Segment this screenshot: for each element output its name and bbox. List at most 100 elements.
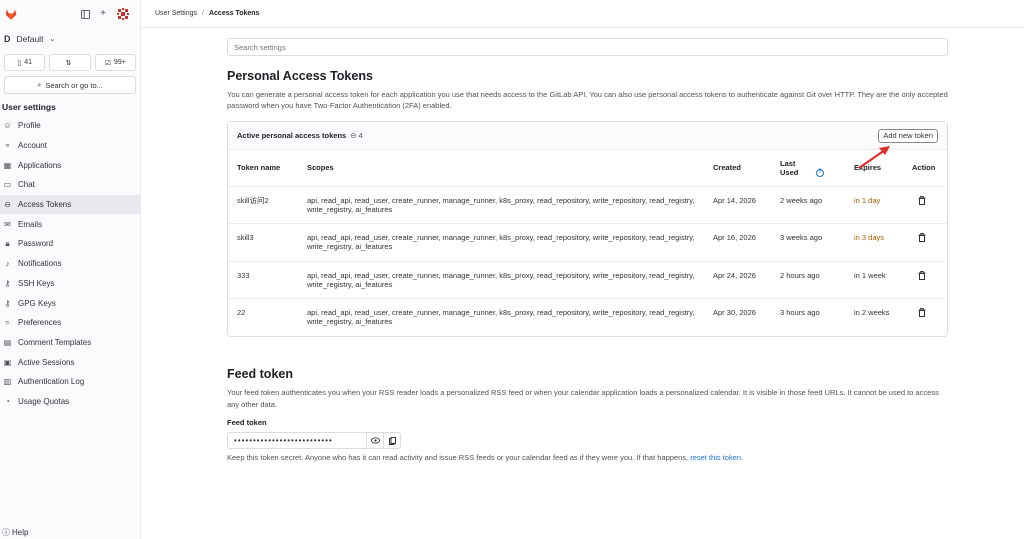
feed-token-note: Keep this token secret. Anyone who has i… <box>227 453 744 462</box>
merge-requests-count-button[interactable]: ⇅ <box>49 54 91 71</box>
breadcrumb-separator: / <box>202 10 204 17</box>
feed-token-title: Feed token <box>227 367 293 381</box>
search-icon: ⌕ <box>37 80 42 89</box>
sidebar-item-authentication-log[interactable]: ▥ Authentication Log <box>0 372 140 392</box>
sidebar-item-usage-quotas[interactable]: ◔ Usage Quotas <box>0 392 140 412</box>
search-button[interactable]: ⌕ Search or go to... <box>4 76 136 94</box>
sidebar-item-label: GPG Keys <box>18 298 56 308</box>
trash-icon[interactable] <box>918 308 926 317</box>
sidebar-item-active-sessions[interactable]: ▣ Active Sessions <box>0 352 140 372</box>
log-icon: ▥ <box>3 377 12 387</box>
trash-icon[interactable] <box>918 195 926 205</box>
chat-icon: ▭ <box>3 180 12 190</box>
sidebar-item-chat[interactable]: ▭ Chat <box>0 175 140 195</box>
trash-icon[interactable] <box>918 233 926 242</box>
pat-description: You can generate a personal access token… <box>227 90 948 110</box>
sidebar-item-emails[interactable]: ✉ Emails <box>0 214 140 234</box>
sidebar-item-label: Password <box>18 239 54 249</box>
sidebar-toggle-icon[interactable] <box>80 9 90 19</box>
sidebar: + D Default ⌄ ▯ 41 ⇅ ☑ 99+ ⌕ Search or g… <box>0 0 141 539</box>
sidebar-item-account[interactable]: ⚬ Account <box>0 136 140 156</box>
sidebar-item-label: Applications <box>18 160 62 170</box>
expires-cell: in 2 weeks <box>854 308 890 317</box>
sidebar-item-label: Active Sessions <box>18 357 75 367</box>
help-button[interactable]: ⓘ Help <box>2 527 28 538</box>
expires-cell: in 1 day <box>845 186 903 224</box>
token-name-cell: 333 <box>228 261 298 299</box>
sidebar-item-label: Preferences <box>18 318 62 328</box>
sidebar-top: + <box>0 0 140 28</box>
sidebar-item-notifications[interactable]: ♪ Notifications <box>0 254 140 274</box>
sidebar-item-label: SSH Keys <box>18 278 55 288</box>
key-icon: ⚷ <box>4 298 11 308</box>
sidebar-section-title: User settings <box>2 102 56 112</box>
add-new-token-button[interactable]: Add new token <box>878 128 938 143</box>
created-cell: Apr 24, 2026 <box>704 261 771 299</box>
sidebar-item-applications[interactable]: ▦ Applications <box>0 155 140 175</box>
sidebar-item-access-tokens[interactable]: ⊖ Access Tokens <box>0 194 140 215</box>
trash-icon[interactable] <box>918 270 926 280</box>
scopes-cell: api, read_api, read_user, create_runner,… <box>298 261 704 299</box>
sidebar-item-profile[interactable]: ☺ Profile <box>0 116 140 136</box>
search-settings-input[interactable]: Search settings <box>227 38 948 56</box>
sidebar-item-gpg-keys[interactable]: ⚷ GPG Keys <box>0 293 140 313</box>
token-name-cell: skill访问2 <box>228 186 298 224</box>
tokens-table: Token name Scopes Created Last Used? Exp… <box>228 150 947 336</box>
table-row: skill3 api, read_api, read_user, create_r… <box>228 223 947 262</box>
sidebar-item-label: Chat <box>18 180 35 190</box>
gitlab-logo-icon[interactable] <box>4 7 18 21</box>
sidebar-item-comment-templates[interactable]: ▤ Comment Templates <box>0 333 140 353</box>
mail-icon: ✉ <box>4 219 11 229</box>
sidebar-item-ssh-keys[interactable]: ⚷ SSH Keys <box>0 274 140 294</box>
question-circle-icon[interactable]: ? <box>816 168 824 177</box>
scopes-cell: api, read_api, read_user, create_runner,… <box>298 186 704 224</box>
table-row: skill访问2 api, read_api, read_user, create… <box>228 186 947 224</box>
eye-icon[interactable] <box>366 433 383 448</box>
chevron-down-icon: ⌄ <box>49 36 56 43</box>
breadcrumb: User Settings / Access Tokens <box>141 0 1024 28</box>
table-row: 22 api, read_api, read_user, create_runne… <box>228 299 947 337</box>
breadcrumb-parent[interactable]: User Settings <box>155 10 197 17</box>
breadcrumb-current: Access Tokens <box>208 10 260 17</box>
sidebar-item-label: Authentication Log <box>18 377 85 387</box>
main-content: Search settings Personal Access Tokens Y… <box>227 38 948 462</box>
sidebar-item-label: Access Tokens <box>18 200 72 210</box>
last-used-cell: 3 hours ago <box>780 308 820 317</box>
sidebar-item-label: Usage Quotas <box>18 396 70 406</box>
token-icon: ⊖ <box>4 200 11 210</box>
last-used-cell: 3 weeks ago <box>771 223 845 262</box>
copy-icon[interactable] <box>383 433 400 448</box>
todo-icon: ☑ <box>104 59 112 67</box>
plus-icon[interactable]: + <box>98 9 108 19</box>
action-cell <box>903 223 947 262</box>
sessions-icon: ▣ <box>3 357 12 367</box>
sidebar-item-label: Comment Templates <box>18 337 92 347</box>
action-cell <box>903 261 947 299</box>
feed-token-input[interactable]: •••••••••••••••••••••••••• <box>228 433 366 448</box>
created-cell: Apr 30, 2026 <box>713 308 756 317</box>
expires-cell: in 3 days <box>845 223 903 262</box>
reset-token-link[interactable]: reset this token. <box>690 453 743 462</box>
user-avatar-icon[interactable] <box>116 7 130 21</box>
sidebar-item-preferences[interactable]: ≈ Preferences <box>0 313 140 333</box>
help-icon: ⓘ <box>2 528 10 537</box>
tokens-card: Active personal access tokens ⊖ 4 Add ne… <box>227 121 948 337</box>
column-header-created: Created <box>704 150 771 187</box>
quota-icon: ◔ <box>5 396 10 406</box>
context-name: Default <box>16 34 44 44</box>
person-icon: ☺ <box>3 121 12 131</box>
merge-request-icon: ⇅ <box>65 59 72 67</box>
key-icon: ⚷ <box>4 278 11 288</box>
token-count-badge: ⊖ 4 <box>350 131 363 140</box>
todos-count-button[interactable]: ☑ 99+ <box>94 54 136 71</box>
comment-icon: ▤ <box>3 337 12 347</box>
action-cell <box>903 299 947 337</box>
issues-count-button[interactable]: ▯ 41 <box>4 54 46 71</box>
context-switcher[interactable]: D Default ⌄ <box>0 28 140 50</box>
page-title: Personal Access Tokens <box>227 69 373 83</box>
created-cell: Apr 16, 2026 <box>704 223 771 262</box>
sidebar-item-password[interactable]: 🔒︎ Password <box>0 234 140 254</box>
sidebar-nav: ☺ Profile ⚬ Account ▦ Applications ▭ Chat ⊖ Acces… <box>0 116 140 411</box>
column-header-expires: Expires <box>845 150 903 187</box>
token-icon: ⊖ <box>350 131 357 140</box>
